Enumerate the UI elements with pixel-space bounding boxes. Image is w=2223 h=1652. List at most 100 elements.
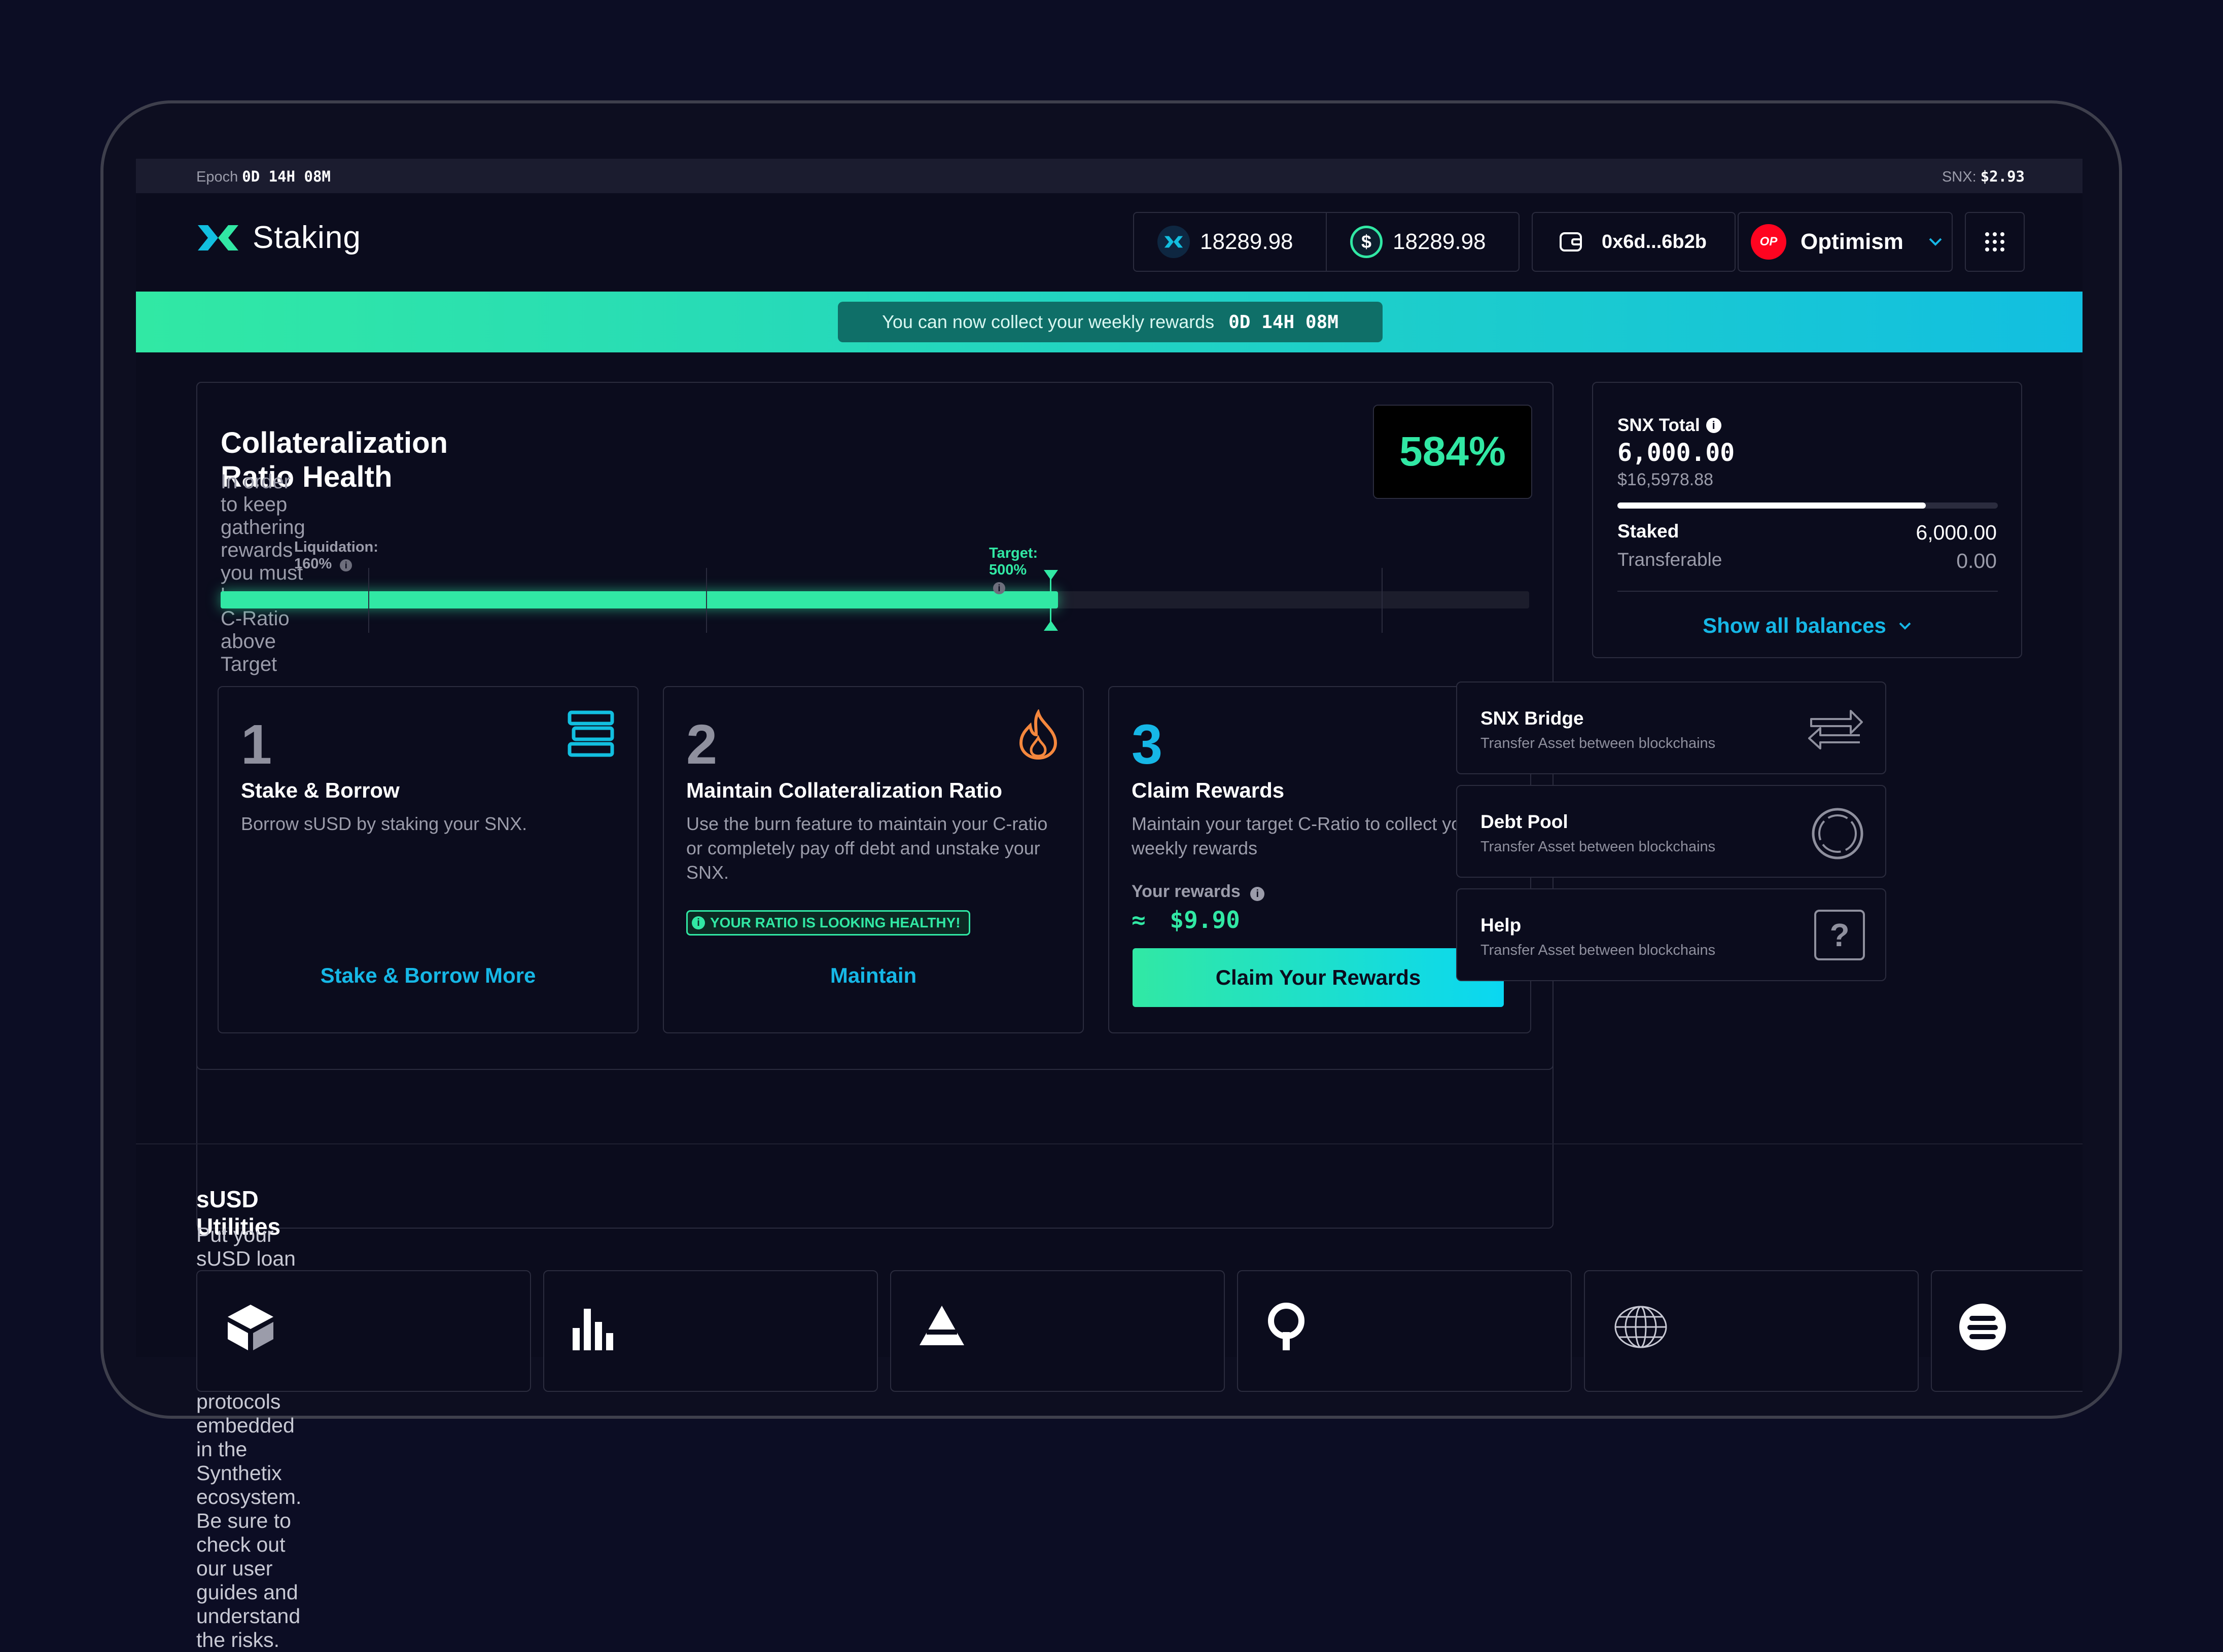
- side-link-description: Transfer Asset between blockchains: [1480, 735, 1716, 751]
- rewards-banner: You can now collect your weekly rewards …: [136, 292, 2083, 352]
- snx-price-value: $2.93: [1980, 168, 2025, 185]
- show-all-balances-label: Show all balances: [1703, 614, 1886, 637]
- side-link-title: SNX Bridge: [1480, 708, 1584, 729]
- transferable-value: 0.00: [1956, 549, 1997, 572]
- question-icon: ?: [1814, 910, 1865, 960]
- coin-stack-logo-icon: [1959, 1304, 2006, 1350]
- healthy-badge: i YOUR RATIO IS LOOKING HEALTHY!: [686, 910, 970, 936]
- epoch-indicator: Epoch 0D 14H 08M: [196, 168, 331, 186]
- stake-borrow-card: 1 Stake & Borrow Borrow sUSD by staking …: [218, 686, 639, 1033]
- apps-menu-button[interactable]: [1965, 212, 2025, 272]
- snx-balance-chip[interactable]: 18289.98: [1134, 213, 1327, 271]
- flame-icon: [1019, 709, 1057, 760]
- bar-tick-4: [1382, 568, 1383, 633]
- snx-total-label: SNX Total i: [1617, 415, 1721, 436]
- card-description: Use the burn feature to maintain your C-…: [686, 813, 1048, 883]
- info-icon[interactable]: i: [1706, 418, 1721, 433]
- bar-tick-liquidation: [368, 568, 369, 633]
- staked-bar-fill: [1617, 502, 1926, 509]
- grid-menu-icon: [1985, 232, 2004, 252]
- network-name: Optimism: [1801, 229, 1903, 254]
- chevron-down-icon: [1899, 622, 1911, 630]
- card-title: Stake & Borrow: [241, 778, 400, 802]
- card-description: Maintain your target C-Ratio to collect …: [1132, 813, 1478, 858]
- snx-coin-icon: [1157, 226, 1190, 258]
- rewards-label-text: Your rewards: [1132, 882, 1241, 901]
- banner-countdown: 0D 14H 08M: [1228, 311, 1338, 333]
- c-ratio-bar: [221, 591, 1529, 608]
- app-header: Staking 18289.98 $ 18289.98 0x6d...6b2b …: [136, 193, 2083, 292]
- info-icon[interactable]: i: [340, 559, 352, 571]
- c-ratio-value: 584%: [1373, 405, 1532, 499]
- susd-balance: 18289.98: [1393, 229, 1486, 254]
- wireframe-logo-icon: [1614, 1306, 1667, 1348]
- snx-total-usd: $16,5978.88: [1617, 470, 1714, 489]
- snx-total-text: SNX Total: [1617, 415, 1700, 435]
- snx-price-label: SNX:: [1942, 169, 1977, 185]
- snx-total-value: 6,000.00: [1617, 439, 1735, 467]
- section-divider: [136, 1143, 2083, 1144]
- app-title: Staking: [253, 220, 361, 255]
- network-selector[interactable]: OP Optimism: [1738, 212, 1953, 272]
- rewards-banner-pill: You can now collect your weekly rewards …: [838, 302, 1383, 342]
- triangle-logo-icon: [920, 1306, 964, 1345]
- step-number: 2: [686, 713, 718, 776]
- utility-card-5[interactable]: [1584, 1270, 1919, 1392]
- optimism-network-icon: OP: [1751, 224, 1786, 260]
- utility-card-2[interactable]: [543, 1270, 878, 1392]
- c-ratio-bar-fill: [221, 591, 1058, 608]
- show-all-balances-button[interactable]: Show all balances: [1593, 614, 2021, 638]
- app-logo[interactable]: Staking: [196, 220, 361, 256]
- bar-tick-2: [706, 568, 707, 633]
- card-title: Claim Rewards: [1132, 778, 1285, 802]
- card-title: Maintain Collateralization Ratio: [686, 778, 1003, 802]
- target-marker-bottom-icon: [1044, 621, 1058, 631]
- stack-icon: [568, 710, 614, 757]
- rewards-approx: ≈: [1132, 906, 1146, 933]
- staked-bar: [1617, 502, 1998, 509]
- divider: [1617, 591, 1998, 592]
- utility-card-1[interactable]: [196, 1270, 531, 1392]
- target-label: Target: 500% i: [989, 545, 1038, 595]
- rewards-label: Your rewards i: [1132, 882, 1265, 902]
- snx-balance: 18289.98: [1200, 229, 1293, 254]
- maintain-ratio-card: 2 Maintain Collateralization Ratio Use t…: [663, 686, 1084, 1033]
- epoch-label: Epoch: [196, 169, 238, 185]
- arrows-exchange-icon: [1808, 710, 1863, 749]
- healthy-badge-text: YOUR RATIO IS LOOKING HEALTHY!: [710, 915, 961, 930]
- debt-pool-link[interactable]: Debt Pool Transfer Asset between blockch…: [1456, 785, 1886, 878]
- pin-logo-icon: [1268, 1303, 1304, 1350]
- info-icon[interactable]: i: [993, 582, 1005, 594]
- side-link-description: Transfer Asset between blockchains: [1480, 839, 1716, 855]
- target-marker-top-icon: [1044, 570, 1058, 580]
- staked-value: 6,000.00: [1916, 521, 1997, 544]
- snx-price-indicator: SNX: $2.93: [1942, 168, 2025, 186]
- card-description: Borrow sUSD by staking your SNX.: [241, 813, 527, 834]
- liquidation-text: Liquidation: 160%: [294, 539, 378, 572]
- info-icon[interactable]: i: [1250, 887, 1265, 901]
- snx-bridge-link[interactable]: SNX Bridge Transfer Asset between blockc…: [1456, 681, 1886, 774]
- top-status-bar: Epoch 0D 14H 08M SNX: $2.93: [136, 159, 2083, 193]
- susd-coin-icon: $: [1350, 226, 1383, 258]
- side-link-description: Transfer Asset between blockchains: [1480, 942, 1716, 958]
- utility-card-6[interactable]: [1931, 1270, 2083, 1392]
- snx-balances-panel: SNX Total i 6,000.00 $16,5978.88 Staked …: [1592, 382, 2022, 658]
- transferable-label: Transferable: [1617, 549, 1722, 570]
- rewards-value: $9.90: [1170, 906, 1240, 933]
- utility-card-4[interactable]: [1237, 1270, 1572, 1392]
- stake-borrow-more-link[interactable]: Stake & Borrow More: [219, 963, 638, 988]
- staked-label: Staked: [1617, 521, 1679, 542]
- claim-rewards-button[interactable]: Claim Your Rewards: [1133, 948, 1504, 1007]
- info-icon: i: [692, 916, 705, 929]
- bar-chart-logo-icon: [573, 1309, 613, 1350]
- wallet-address-button[interactable]: 0x6d...6b2b: [1532, 212, 1736, 272]
- rewards-amount: ≈ $9.90: [1132, 906, 1240, 933]
- susd-balance-chip[interactable]: $ 18289.98: [1327, 213, 1486, 271]
- utility-card-3[interactable]: [890, 1270, 1225, 1392]
- maintain-link[interactable]: Maintain: [664, 963, 1083, 988]
- synthetix-logo-icon: [198, 225, 238, 250]
- c-ratio-subtitle: In order to keep gathering rewards you m…: [221, 471, 305, 675]
- wallet-icon: [1560, 232, 1582, 252]
- help-link[interactable]: Help Transfer Asset between blockchains …: [1456, 888, 1886, 981]
- target-text: Target: 500%: [989, 545, 1038, 578]
